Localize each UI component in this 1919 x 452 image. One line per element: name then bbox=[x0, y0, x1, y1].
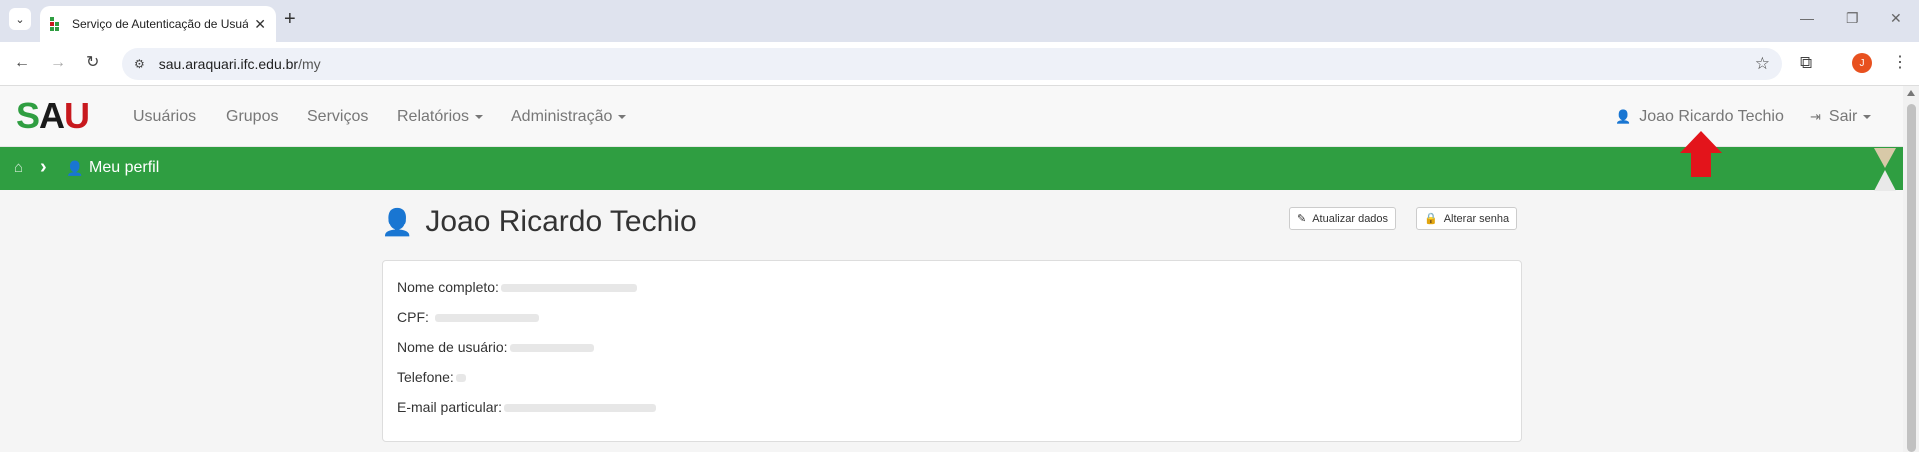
site-info-icon[interactable]: ⚙ bbox=[134, 57, 145, 71]
user-icon: 👤 bbox=[1615, 109, 1632, 124]
reload-button[interactable]: ↻ bbox=[86, 54, 99, 72]
pencil-icon: ✎ bbox=[1297, 213, 1307, 225]
restore-window-button[interactable]: ❐ bbox=[1846, 10, 1859, 27]
field-email-particular: E-mail particular: bbox=[397, 399, 657, 415]
browser-tab-active[interactable]: Serviço de Autenticação de Usuários ✕ bbox=[40, 6, 276, 42]
caret-down-icon bbox=[1863, 114, 1872, 119]
lock-icon: 🔒 bbox=[1424, 213, 1438, 225]
field-cpf: CPF: bbox=[397, 309, 539, 325]
breadcrumb: ⌂ › 👤 Meu perfil bbox=[0, 147, 1903, 190]
user-icon: 👤 bbox=[66, 160, 84, 176]
chevron-down-icon: ⌄ bbox=[15, 13, 25, 26]
forward-button[interactable]: → bbox=[50, 54, 66, 72]
browser-tab-bar: ⌄ Serviço de Autenticação de Usuários ✕ … bbox=[0, 0, 1919, 42]
field-telefone: Telefone: bbox=[397, 369, 466, 385]
up-arrow-annotation-icon bbox=[1680, 131, 1722, 177]
url-path: /my bbox=[298, 56, 321, 72]
nav-grupos[interactable]: Grupos bbox=[226, 108, 278, 126]
page-title: Joao Ricardo Techio bbox=[425, 205, 697, 238]
breadcrumb-current: Meu perfil bbox=[89, 159, 160, 176]
chevron-right-icon: › bbox=[40, 156, 47, 178]
home-icon[interactable]: ⌂ bbox=[14, 159, 23, 176]
nav-servicos[interactable]: Serviços bbox=[307, 108, 368, 126]
profile-details-panel: Nome completo: CPF: Nome de usuário: Tel… bbox=[382, 260, 1522, 442]
url-host: sau.araquari.ifc.edu.br bbox=[158, 56, 299, 72]
tab-search-button[interactable]: ⌄ bbox=[9, 8, 31, 30]
field-nome-usuario: Nome de usuário: bbox=[397, 339, 594, 355]
scroll-up-arrow-icon[interactable] bbox=[1907, 90, 1915, 96]
bookmark-star-icon[interactable]: ☆ bbox=[1755, 54, 1770, 74]
nav-usuarios[interactable]: Usuários bbox=[133, 108, 196, 126]
page-title-area: 👤 Joao Ricardo Techio bbox=[381, 205, 697, 239]
update-data-button[interactable]: ✎ Atualizar dados bbox=[1289, 207, 1397, 230]
address-bar[interactable]: ⚙ sau.araquari.ifc.edu.br/my ☆ bbox=[122, 48, 1782, 80]
sign-out-icon: ⇥ bbox=[1810, 109, 1821, 124]
back-button[interactable]: ← bbox=[14, 54, 30, 72]
extensions-puzzle-icon[interactable]: ⧉ bbox=[1800, 53, 1812, 73]
nav-sair-dropdown[interactable]: ⇥ Sair bbox=[1810, 108, 1872, 126]
user-icon: 👤 bbox=[381, 206, 414, 237]
close-tab-icon[interactable]: ✕ bbox=[254, 16, 266, 33]
redacted-value bbox=[504, 404, 657, 413]
tab-title: Serviço de Autenticação de Usuários bbox=[72, 17, 249, 31]
page-scrollbar[interactable] bbox=[1903, 86, 1919, 452]
nav-user-profile[interactable]: 👤 Joao Ricardo Techio bbox=[1615, 108, 1784, 126]
browser-menu-icon[interactable]: ⋮ bbox=[1892, 52, 1908, 72]
redacted-value bbox=[500, 284, 637, 293]
redacted-value bbox=[434, 314, 539, 323]
browser-toolbar: ← → ↻ ⚙ sau.araquari.ifc.edu.br/my ☆ ⧉ J… bbox=[0, 42, 1919, 86]
caret-down-icon bbox=[475, 114, 484, 119]
new-tab-button[interactable]: + bbox=[284, 9, 296, 29]
change-password-button[interactable]: 🔒 Alterar senha bbox=[1416, 207, 1518, 230]
scroll-thumb[interactable] bbox=[1907, 104, 1916, 452]
site-favicon-icon bbox=[50, 17, 64, 31]
redacted-value bbox=[509, 344, 594, 353]
close-window-button[interactable]: ✕ bbox=[1890, 10, 1902, 27]
hourglass-icon bbox=[1874, 148, 1896, 191]
nav-relatorios-dropdown[interactable]: Relatórios bbox=[397, 108, 484, 126]
minimize-window-button[interactable]: — bbox=[1800, 10, 1814, 26]
app-navbar: SAU Usuários Grupos Serviços Relatórios … bbox=[0, 86, 1903, 147]
redacted-value bbox=[455, 374, 466, 383]
brand-logo[interactable]: SAU bbox=[16, 98, 90, 134]
caret-down-icon bbox=[618, 114, 627, 119]
field-nome-completo: Nome completo: bbox=[397, 279, 637, 295]
profile-avatar[interactable]: J bbox=[1852, 53, 1872, 73]
nav-administracao-dropdown[interactable]: Administração bbox=[511, 108, 627, 126]
